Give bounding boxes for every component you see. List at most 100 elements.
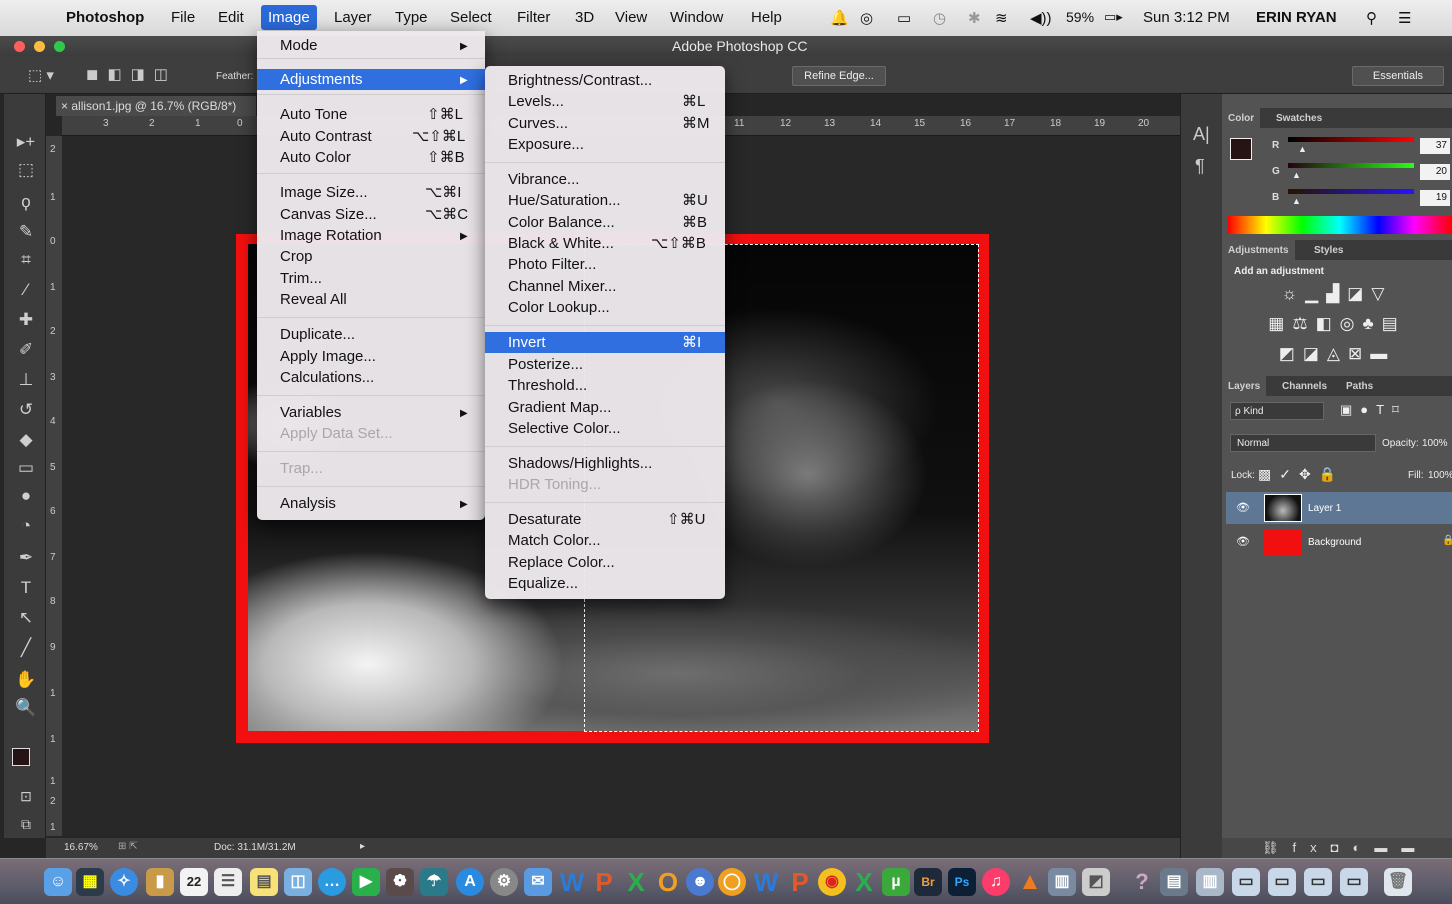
menu-item-duplicate[interactable]: Duplicate... <box>257 324 485 345</box>
photo-booth-icon[interactable]: ❁ <box>386 868 414 896</box>
menu-item-match-color[interactable]: Match Color... <box>485 530 725 551</box>
trash-icon[interactable]: 🗑 <box>1384 868 1412 896</box>
menu-item-auto-color[interactable]: Auto Color ⇧⌘B <box>257 147 485 168</box>
stack-folder-2-icon[interactable]: ▭ <box>1304 868 1332 896</box>
utorrent-icon[interactable]: µ <box>882 868 910 896</box>
recent-stack-icon[interactable]: ▭ <box>1232 868 1260 896</box>
zoom-tool-icon[interactable]: 🔍 <box>12 696 40 720</box>
wifi-icon[interactable]: ≋ <box>995 9 1008 27</box>
menu-item-desaturate[interactable]: Desaturate ⇧⌘U <box>485 509 725 530</box>
brush-tool-icon[interactable]: ✐ <box>12 338 40 362</box>
adjustment-icons-row-1[interactable]: ☼▁▟◪▽ <box>1222 284 1452 304</box>
zoom-window-icon[interactable] <box>54 41 65 52</box>
facetime-icon[interactable]: ▶ <box>352 868 380 896</box>
excel-icon[interactable]: X <box>622 868 650 896</box>
color-panel-foreground-swatch[interactable] <box>1230 138 1252 160</box>
eyedropper-tool-icon[interactable]: ⁄ <box>12 278 40 302</box>
time-machine-icon[interactable]: ◷ <box>933 9 946 27</box>
fill-value[interactable]: 100% <box>1428 470 1452 481</box>
menu-item-posterize[interactable]: Posterize... <box>485 354 725 375</box>
menu-item-auto-tone[interactable]: Auto Tone ⇧⌘L <box>257 104 485 125</box>
menu-help[interactable]: Help <box>751 9 782 26</box>
menu-item-calculations[interactable]: Calculations... <box>257 367 485 388</box>
hand-tool-icon[interactable]: ✋ <box>12 668 40 692</box>
visibility-eye-icon[interactable]: 👁 <box>1236 535 1250 548</box>
green-slider[interactable] <box>1288 163 1414 168</box>
character-panel-icon[interactable]: A| <box>1193 124 1210 145</box>
menu-item-image-rotation[interactable]: Image Rotation ▶ <box>257 225 485 246</box>
word-2-icon[interactable]: W <box>752 868 780 896</box>
red-slider[interactable] <box>1288 137 1414 142</box>
menu-item-color-balance[interactable]: Color Balance... ⌘B <box>485 212 725 233</box>
layer-name[interactable]: Background <box>1308 537 1361 548</box>
menu-select[interactable]: Select <box>450 9 492 26</box>
visibility-eye-icon[interactable]: 👁 <box>1236 501 1250 514</box>
zoom-level[interactable]: 16.67% <box>64 842 98 853</box>
healing-brush-tool-icon[interactable]: ✚ <box>12 308 40 332</box>
clone-stamp-tool-icon[interactable]: ⊥ <box>12 368 40 392</box>
menu-item-brightness-contrast[interactable]: Brightness/Contrast... <box>485 70 725 91</box>
menu-item-gradient-map[interactable]: Gradient Map... <box>485 397 725 418</box>
adjustment-icons-row-2[interactable]: ▦⚖◧◎♣▤ <box>1222 314 1452 334</box>
tab-adjustments[interactable]: Adjustments <box>1222 240 1295 260</box>
layer-row[interactable]: 👁 Layer 1 <box>1226 492 1452 524</box>
spotlight-search-icon[interactable]: ⚲ <box>1366 9 1377 27</box>
airplay-icon[interactable]: ▭ <box>897 9 911 27</box>
notes-icon[interactable]: ▤ <box>250 868 278 896</box>
menu-item-variables[interactable]: Variables ▶ <box>257 402 485 423</box>
document-tab[interactable]: × allison1.jpg @ 16.7% (RGB/8*) <box>56 96 256 116</box>
green-value[interactable]: 20 <box>1420 164 1450 180</box>
menu-item-adjustments[interactable]: Adjustments ▶ <box>257 69 485 90</box>
powerpoint-2-icon[interactable]: P <box>786 868 814 896</box>
menu-item-color-lookup[interactable]: Color Lookup... <box>485 297 725 318</box>
blue-slider[interactable] <box>1288 189 1414 194</box>
layers-footer-buttons[interactable]: ⛓fx◘◐▬▬ <box>1222 838 1452 858</box>
line-tool-icon[interactable]: ╱ <box>12 636 40 660</box>
menu-item-trim[interactable]: Trim... <box>257 268 485 289</box>
selection-mode-icons[interactable]: ◼◧◨◫ <box>86 65 177 83</box>
word-icon[interactable]: W <box>558 868 586 896</box>
green-slider-thumb-icon[interactable]: ▲ <box>1292 170 1301 180</box>
menu-item-equalize[interactable]: Equalize... <box>485 573 725 594</box>
tab-paths[interactable]: Paths <box>1346 381 1373 392</box>
minimize-window-icon[interactable] <box>34 41 45 52</box>
mail-app-icon[interactable]: ✉ <box>524 868 552 896</box>
layer-filter-icons[interactable]: ▣●T⌑ <box>1340 402 1407 418</box>
chrome-icon[interactable]: ◉ <box>818 868 846 896</box>
downloads-stack-icon[interactable]: ▤ <box>1160 868 1188 896</box>
volume-icon[interactable]: ◀)) <box>1030 9 1052 27</box>
paragraph-panel-icon[interactable]: ¶ <box>1195 156 1205 177</box>
history-brush-tool-icon[interactable]: ↺ <box>12 398 40 422</box>
color-spectrum-ramp[interactable] <box>1228 216 1452 234</box>
vlc-icon[interactable]: ▲ <box>1016 868 1044 896</box>
tab-color[interactable]: Color <box>1222 108 1261 128</box>
preview-icon[interactable]: ◫ <box>284 868 312 896</box>
reminders-icon[interactable]: ☰ <box>214 868 242 896</box>
photos-app-icon[interactable]: ☂ <box>420 868 448 896</box>
notification-center-icon[interactable]: ☰ <box>1398 9 1411 27</box>
menu-file[interactable]: File <box>171 9 195 26</box>
menu-item-threshold[interactable]: Threshold... <box>485 375 725 396</box>
path-selection-tool-icon[interactable]: ↖ <box>12 606 40 630</box>
menu-item-replace-color[interactable]: Replace Color... <box>485 552 725 573</box>
menu-filter[interactable]: Filter <box>517 9 550 26</box>
mission-control-icon[interactable]: ▦ <box>76 868 104 896</box>
menu-photoshop[interactable]: Photoshop <box>66 9 144 26</box>
menu-type[interactable]: Type <box>395 9 428 26</box>
red-slider-thumb-icon[interactable]: ▲ <box>1298 144 1307 154</box>
workspace-switcher[interactable]: Essentials <box>1352 66 1444 86</box>
crop-tool-icon[interactable]: ⌗ <box>12 248 40 272</box>
menu-item-channel-mixer[interactable]: Channel Mixer... <box>485 276 725 297</box>
system-preferences-icon[interactable]: ⚙ <box>490 868 518 896</box>
tab-channels[interactable]: Channels <box>1282 381 1327 392</box>
layer-name[interactable]: Layer 1 <box>1308 503 1341 514</box>
app-store-icon[interactable]: A <box>456 868 484 896</box>
opacity-value[interactable]: 100% <box>1422 438 1448 449</box>
finder-folder-icon[interactable]: ▥ <box>1048 868 1076 896</box>
pen-tool-icon[interactable]: ✒ <box>12 546 40 570</box>
gradient-tool-icon[interactable]: ▭ <box>12 456 40 480</box>
menu-item-selective-color[interactable]: Selective Color... <box>485 418 725 439</box>
menu-item-analysis[interactable]: Analysis ▶ <box>257 493 485 514</box>
menu-view[interactable]: View <box>615 9 647 26</box>
menu-image[interactable]: Image <box>261 5 317 30</box>
